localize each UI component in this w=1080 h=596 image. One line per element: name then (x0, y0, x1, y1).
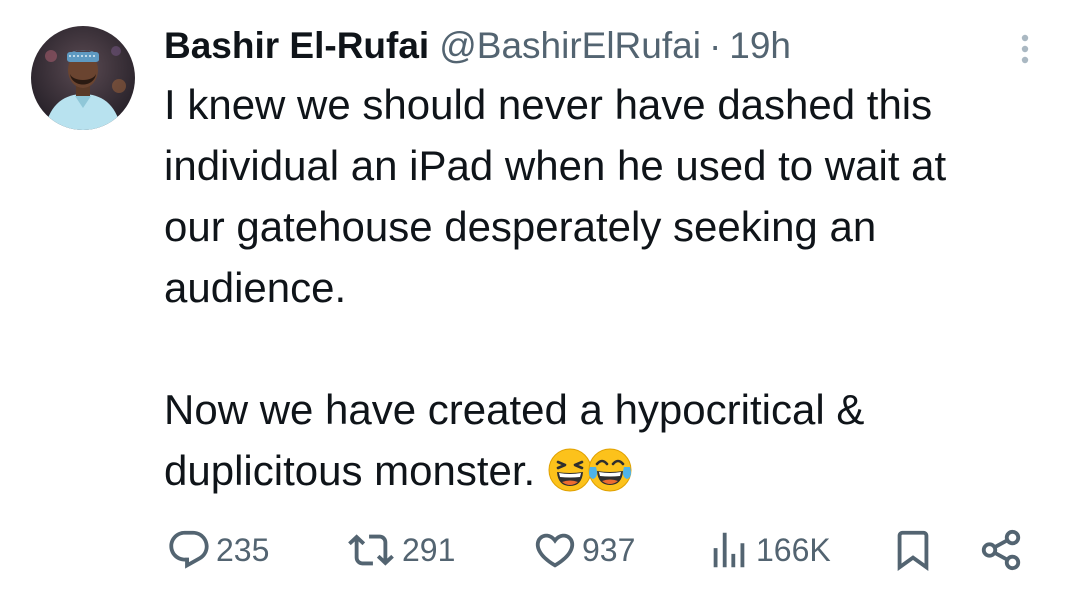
author-name[interactable]: Bashir El-Rufai (164, 25, 429, 67)
views-button[interactable]: 166K (706, 522, 831, 578)
text-line: I knew we should never have dashed this (164, 81, 933, 128)
like-count: 937 (582, 531, 636, 568)
text-line: duplicitous monster. (164, 447, 536, 494)
avatar-image (31, 26, 135, 130)
text-line: Now we have created a hypocritical & (164, 386, 865, 433)
speech-bubble-icon (169, 530, 209, 569)
reply-count: 235 (216, 531, 270, 568)
heart-icon (535, 533, 575, 568)
avatar[interactable] (31, 26, 135, 130)
text-line: audience. (164, 264, 347, 311)
timestamp[interactable]: 19h (729, 25, 791, 67)
views-count: 166K (756, 531, 831, 568)
repost-button[interactable]: 291 (344, 522, 455, 578)
tweet-header: Bashir El-Rufai @BashirElRufai · 19h (164, 22, 791, 70)
separator-dot: · (708, 25, 722, 66)
text-line: individual an iPad when he used to wait … (164, 142, 947, 189)
author-handle[interactable]: @BashirElRufai (439, 25, 701, 67)
face-with-tears-of-joy-emoji-icon (588, 448, 632, 492)
tweet-actions: 235 291 937 166K (0, 522, 1080, 578)
tweet-text: I knew we should never have dashed this … (164, 74, 1064, 501)
bar-chart-icon (713, 532, 745, 568)
repost-arrows-icon (348, 534, 394, 566)
reply-button[interactable]: 235 (166, 522, 269, 578)
repost-count: 291 (402, 531, 456, 568)
more-options-button[interactable] (1010, 30, 1040, 70)
share-button[interactable] (978, 522, 1024, 578)
bookmark-icon (897, 530, 929, 571)
text-line-with-emoji: duplicitous monster. (164, 440, 1064, 501)
text-line: our gatehouse desperately seeking an (164, 203, 877, 250)
share-icon (981, 529, 1021, 571)
bookmark-button[interactable] (890, 522, 936, 578)
like-button[interactable]: 937 (532, 522, 635, 578)
vertical-ellipsis-icon (1021, 34, 1029, 64)
